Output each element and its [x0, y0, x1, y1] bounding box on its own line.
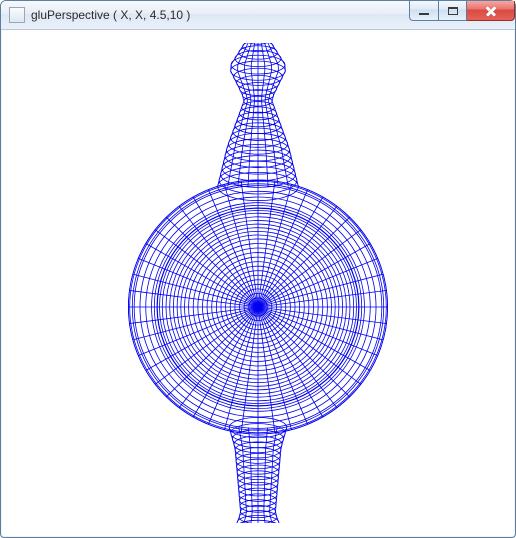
- minimize-button[interactable]: [409, 1, 439, 21]
- close-button[interactable]: [467, 1, 515, 21]
- window-controls: [409, 1, 515, 21]
- minimize-icon: [419, 13, 429, 15]
- close-icon: [484, 4, 498, 18]
- client-area: [9, 37, 507, 529]
- maximize-icon: [448, 7, 458, 15]
- app-window: gluPerspective ( X, X, 4.5,10 ): [0, 0, 516, 538]
- opengl-viewport: [9, 37, 507, 529]
- window-title: gluPerspective ( X, X, 4.5,10 ): [31, 8, 190, 22]
- titlebar[interactable]: gluPerspective ( X, X, 4.5,10 ): [1, 1, 515, 30]
- maximize-button[interactable]: [439, 1, 467, 21]
- teapot-wireframe: [18, 43, 498, 523]
- app-icon: [9, 7, 25, 23]
